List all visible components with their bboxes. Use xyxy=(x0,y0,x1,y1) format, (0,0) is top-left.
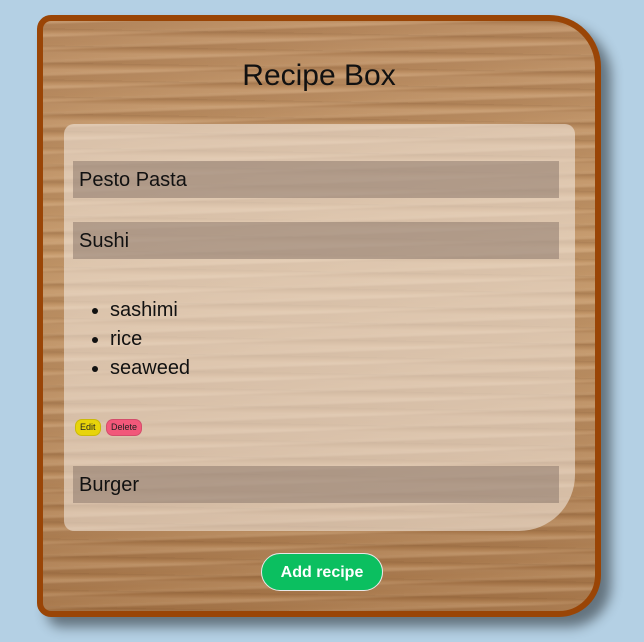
ingredient-item: sashimi xyxy=(110,296,190,325)
recipe-box-card: Recipe Box Pesto Pasta Sushi sashimi ric… xyxy=(37,15,601,617)
recipe-actions: Edit Delete xyxy=(75,417,143,436)
delete-button[interactable]: Delete xyxy=(105,419,142,436)
recipe-item-pesto-pasta[interactable]: Pesto Pasta xyxy=(73,161,559,198)
ingredient-item: seaweed xyxy=(110,354,190,383)
add-recipe-button[interactable]: Add recipe xyxy=(261,553,383,591)
recipe-item-burger[interactable]: Burger xyxy=(73,466,559,503)
page-title: Recipe Box xyxy=(242,59,396,92)
ingredient-item: rice xyxy=(110,325,190,354)
edit-button[interactable]: Edit xyxy=(75,419,101,436)
recipe-list-panel: Pesto Pasta Sushi sashimi rice seaweed E… xyxy=(64,124,575,531)
ingredient-list: sashimi rice seaweed xyxy=(87,296,190,383)
recipe-item-sushi[interactable]: Sushi xyxy=(73,222,559,259)
